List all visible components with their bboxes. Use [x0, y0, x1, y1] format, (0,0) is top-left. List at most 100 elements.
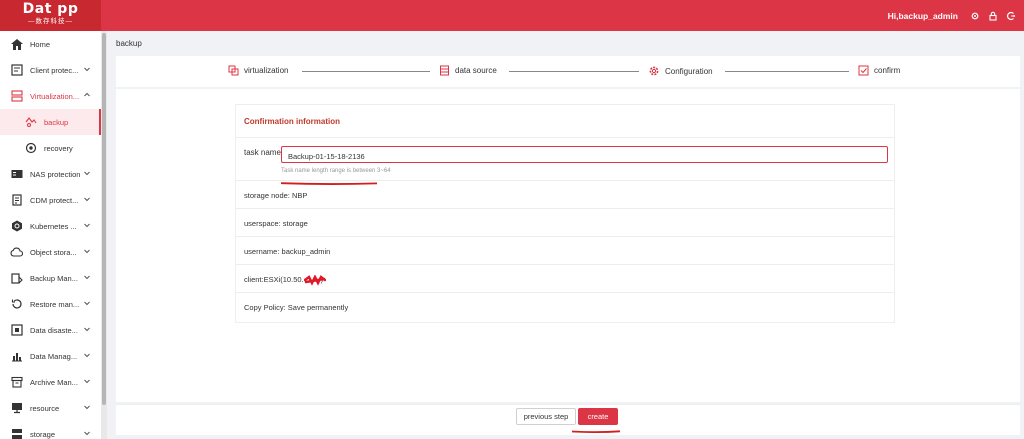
step-connector	[725, 71, 849, 72]
task-name-input[interactable]	[281, 146, 888, 163]
sidebar-item-label: Backup Man...	[30, 273, 78, 283]
step-label: data source	[455, 66, 497, 75]
user-greeting[interactable]: Hi,backup_admin	[888, 11, 958, 21]
sidebar-item-data-disaster[interactable]: Data disaste...	[0, 317, 101, 343]
user-area: Hi,backup_admin	[888, 0, 1016, 31]
restore-icon	[10, 298, 23, 311]
home-icon	[10, 38, 23, 51]
backup-manage-icon	[10, 272, 23, 285]
sidebar-item-backup-management[interactable]: Backup Man...	[0, 265, 101, 291]
disaster-icon	[10, 324, 23, 337]
sidebar-item-label: Data Manag...	[30, 351, 78, 361]
annotation-underline	[281, 182, 377, 185]
resource-icon	[10, 402, 23, 415]
redaction-scribble	[304, 275, 326, 286]
chevron-down-icon	[84, 249, 90, 254]
chevron-down-icon	[84, 405, 90, 410]
storage-node-row: storage node: NBP	[236, 181, 894, 209]
task-name-label: task name:	[244, 148, 284, 157]
archive-icon	[10, 376, 23, 389]
sidebar-item-nas-protection[interactable]: NAS protection	[0, 161, 101, 187]
chevron-down-icon	[84, 223, 90, 228]
task-name-hint: Task name length range is between 3~64	[281, 168, 391, 174]
sidebar-item-restore-management[interactable]: Restore man...	[0, 291, 101, 317]
chevron-down-icon	[84, 275, 90, 280]
sidebar-item-virtualization[interactable]: Virtualization...	[0, 83, 101, 109]
step-label: Configuration	[665, 66, 713, 76]
sidebar-item-cdm-protection[interactable]: CDM protect...	[0, 187, 101, 213]
sidebar-item-storage[interactable]: storage	[0, 421, 101, 439]
create-button[interactable]: create	[578, 408, 618, 425]
chevron-down-icon	[84, 67, 90, 72]
sidebar-scrollbar[interactable]	[101, 31, 107, 439]
sidebar-item-label: Home	[30, 39, 51, 49]
sidebar-item-home[interactable]: Home	[0, 31, 101, 57]
gear-icon	[649, 66, 659, 76]
sidebar-item-data-management[interactable]: Data Manag...	[0, 343, 101, 369]
kubernetes-icon	[10, 220, 23, 233]
steps-bar: virtualization data source Configuration…	[116, 56, 1020, 87]
sidebar-item-kubernetes[interactable]: Kubernetes ...	[0, 213, 101, 239]
step-configuration: Configuration	[648, 65, 713, 77]
step-label: virtualization	[244, 66, 289, 75]
chevron-down-icon	[84, 327, 90, 332]
sidebar-item-label: Virtualization...	[30, 91, 80, 101]
chevron-down-icon	[84, 379, 90, 384]
cloud-icon	[10, 246, 23, 259]
client-value: client:ESXi(10.50.	[244, 275, 304, 284]
datasource-icon	[440, 65, 449, 76]
step-confirm: confirm	[858, 65, 900, 76]
sidebar-item-label: recovery	[44, 143, 73, 153]
lock-icon[interactable]	[988, 11, 998, 21]
annotation-underline	[572, 430, 620, 433]
client-icon	[10, 64, 23, 77]
sidebar-item-label: Archive Man...	[30, 377, 78, 387]
sidebar-item-object-storage[interactable]: Object stora...	[0, 239, 101, 265]
chevron-up-icon	[84, 92, 90, 97]
nas-icon	[10, 168, 23, 181]
recovery-icon	[24, 142, 37, 155]
sidebar-item-label: CDM protect...	[30, 195, 79, 205]
logout-icon[interactable]	[1006, 11, 1016, 21]
step-data-source: data source	[439, 65, 497, 76]
chevron-down-icon	[84, 197, 90, 202]
logo-text: Dat pp	[22, 1, 79, 17]
chart-icon	[10, 350, 23, 363]
sidebar-item-recovery[interactable]: recovery	[0, 135, 101, 161]
scrollbar-thumb[interactable]	[102, 33, 106, 405]
task-name-row: task name: Task name length range is bet…	[236, 138, 894, 181]
chevron-down-icon	[84, 171, 90, 176]
copy-policy-row: Copy Policy: Save permanently	[244, 303, 349, 312]
sidebar: Home Client protec... Virtualization... …	[0, 31, 107, 439]
sidebar-item-client-protection[interactable]: Client protec...	[0, 57, 101, 83]
virtualization-step-icon	[228, 65, 239, 76]
gear-icon[interactable]	[970, 11, 980, 21]
sidebar-item-label: resource	[30, 403, 60, 413]
cdm-icon	[10, 194, 23, 207]
sidebar-item-label: Data disaste...	[30, 325, 78, 335]
storage-icon	[10, 428, 23, 439]
step-connector	[302, 71, 430, 72]
userspace-row: userspace: storage	[236, 209, 894, 237]
chevron-down-icon	[84, 353, 90, 358]
sidebar-item-label: storage	[30, 429, 56, 439]
sidebar-item-label: Kubernetes ...	[30, 221, 77, 231]
top-header: Dat pp —数存科技— Hi,backup_admin	[0, 0, 1024, 31]
confirmation-panel: Confirmation information task name: Task…	[235, 104, 895, 323]
sidebar-item-archive-management[interactable]: Archive Man...	[0, 369, 101, 395]
chevron-down-icon	[84, 431, 90, 436]
sidebar-item-resource[interactable]: resource	[0, 395, 101, 421]
chevron-down-icon	[84, 301, 90, 306]
previous-step-button[interactable]: previous step	[516, 408, 576, 425]
backup-icon	[24, 116, 37, 129]
sidebar-item-backup[interactable]: backup	[0, 109, 101, 135]
panel-title: Confirmation information	[236, 105, 894, 138]
logo[interactable]: Dat pp —数存科技—	[0, 0, 101, 31]
step-connector	[509, 71, 639, 72]
logo-subtitle: —数存科技—	[28, 18, 73, 25]
username-row: username: backup_admin	[236, 237, 894, 265]
sidebar-item-label: Client protec...	[30, 65, 79, 75]
sidebar-item-label: Object stora...	[30, 247, 77, 257]
step-virtualization: virtualization	[228, 65, 288, 76]
sidebar-item-label: Restore man...	[30, 299, 80, 309]
